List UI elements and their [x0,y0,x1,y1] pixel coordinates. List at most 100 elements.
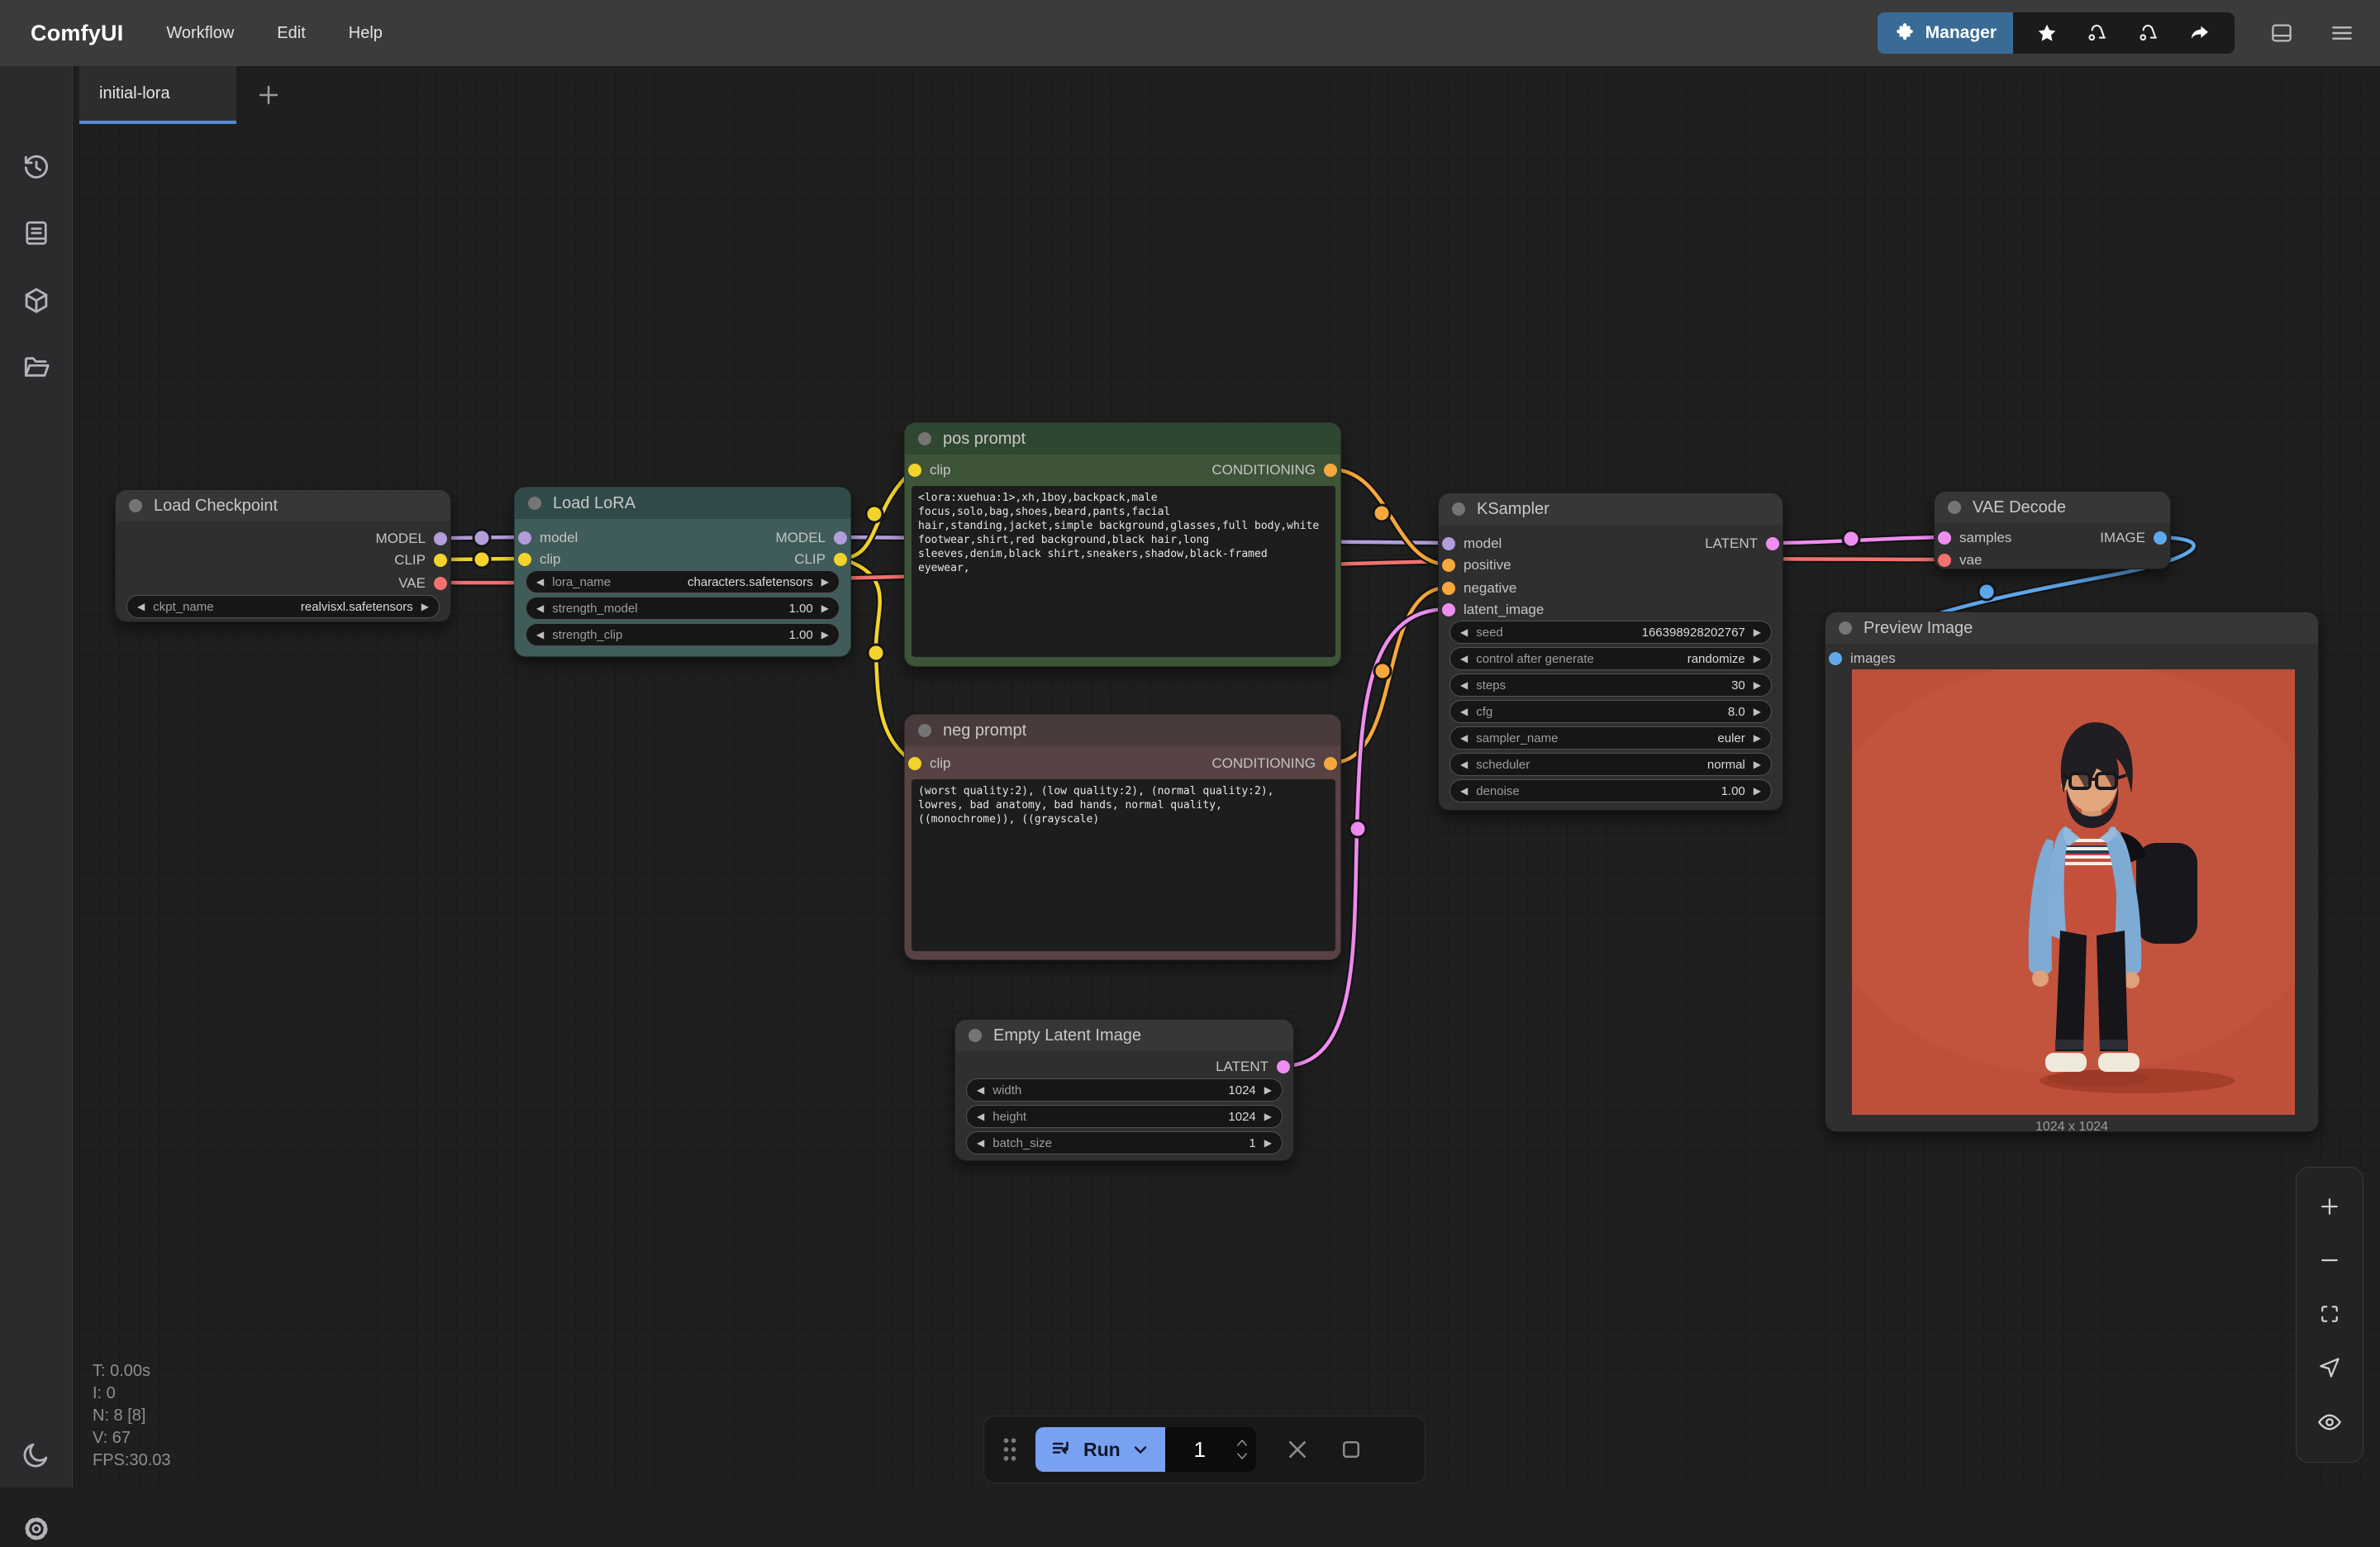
input-slot-vae[interactable]: vae [1938,552,1982,569]
collapse-dot[interactable] [1452,502,1465,516]
slot-dot[interactable] [908,464,921,477]
increment-arrow-icon[interactable] [1264,1085,1272,1095]
new-tab-plus-icon[interactable] [255,81,283,109]
slot-dot[interactable] [1938,531,1951,545]
count-increment-icon[interactable] [1235,1437,1250,1449]
increment-arrow-icon[interactable] [1754,786,1761,796]
collapse-dot[interactable] [1948,501,1961,514]
prompt-textarea[interactable]: (worst quality:2), (low quality:2), (nor… [912,779,1335,951]
increment-arrow-icon[interactable] [421,602,429,612]
clear-queue-x-icon[interactable] [1284,1436,1311,1463]
increment-arrow-icon[interactable] [821,577,829,587]
widget-denoise[interactable]: denoise1.00 [1449,779,1772,802]
slot-dot[interactable] [518,553,531,566]
bottom-panel-toggle-icon[interactable] [2269,21,2294,45]
output-slot-model[interactable]: MODEL [376,531,447,547]
slot-dot[interactable] [1766,537,1779,550]
collapse-dot[interactable] [1839,621,1852,635]
decrement-arrow-icon[interactable] [977,1138,984,1148]
increment-arrow-icon[interactable] [1754,733,1761,743]
node-header[interactable]: neg prompt [905,715,1340,746]
toggle-visibility-eye-icon[interactable] [2316,1409,2343,1435]
decrement-arrow-icon[interactable] [977,1111,984,1121]
hamburger-menu-icon[interactable] [2329,20,2355,46]
manager-button[interactable]: Manager [1878,12,2013,54]
settings-gear-icon[interactable] [18,1511,55,1547]
slot-dot[interactable] [1442,582,1455,595]
node-ksampler[interactable]: KSampler model positive negative latent_… [1438,493,1783,811]
slot-dot[interactable] [2154,531,2167,545]
increment-arrow-icon[interactable] [1754,707,1761,716]
prompt-textarea[interactable]: <lora:xuehua:1>,xh,1boy,backpack,male fo… [912,486,1335,657]
batch-count-stepper[interactable]: 1 [1165,1427,1256,1472]
slot-dot[interactable] [434,532,447,545]
menu-workflow[interactable]: Workflow [166,24,234,43]
decrement-arrow-icon[interactable] [1460,627,1468,637]
node-pos-prompt[interactable]: pos prompt clip CONDITIONING <lora:xuehu… [904,422,1341,667]
slot-dot[interactable] [1938,554,1951,567]
decrement-arrow-icon[interactable] [977,1085,984,1095]
slot-dot[interactable] [834,531,847,545]
slot-dot[interactable] [518,531,531,545]
decrement-arrow-icon[interactable] [1460,733,1468,743]
node-empty-latent-image[interactable]: Empty Latent Image LATENT width1024 heig… [954,1019,1294,1161]
node-load-checkpoint[interactable]: Load Checkpoint MODEL CLIP VAE ckpt_name… [115,489,451,622]
increment-arrow-icon[interactable] [1754,627,1761,637]
node-header[interactable]: Empty Latent Image [955,1020,1293,1051]
count-decrement-icon[interactable] [1235,1450,1250,1462]
increment-arrow-icon[interactable] [1754,759,1761,769]
slot-dot[interactable] [1442,537,1455,550]
slot-dot[interactable] [1324,464,1337,477]
increment-arrow-icon[interactable] [1264,1111,1272,1121]
pan-navigate-icon[interactable] [2317,1355,2342,1380]
share-icon[interactable] [2188,21,2211,45]
input-slot-model[interactable]: model [518,530,578,546]
collapse-dot[interactable] [969,1029,982,1042]
output-slot-model[interactable]: MODEL [776,530,847,546]
widget-width[interactable]: width1024 [966,1078,1283,1102]
output-slot-vae[interactable]: VAE [398,575,447,592]
decrement-arrow-icon[interactable] [1460,786,1468,796]
node-header[interactable]: Load Checkpoint [116,490,450,521]
widget-ckpt-name[interactable]: ckpt_name realvisxl.safetensors [126,595,440,618]
increment-arrow-icon[interactable] [821,630,829,640]
decrement-arrow-icon[interactable] [1460,707,1468,716]
decrement-arrow-icon[interactable] [536,630,544,640]
widget-height[interactable]: height1024 [966,1105,1283,1128]
decrement-arrow-icon[interactable] [1460,654,1468,664]
queue-panel-icon[interactable] [18,215,55,251]
theme-toggle-moon-icon[interactable] [18,1436,55,1473]
fit-view-icon[interactable] [2317,1302,2342,1326]
collapse-dot[interactable] [918,432,931,445]
node-library-icon[interactable] [18,283,55,319]
slot-dot[interactable] [434,554,447,567]
increment-arrow-icon[interactable] [1754,680,1761,690]
node-vae-decode[interactable]: VAE Decode samples vae IMAGE [1934,491,2171,569]
node-load-lora[interactable]: Load LoRA model clip MODEL CLIP lora_nam… [514,487,851,657]
menu-help[interactable]: Help [349,24,383,43]
slot-dot[interactable] [1442,603,1455,616]
slot-dot[interactable] [434,577,447,590]
output-slot-conditioning[interactable]: CONDITIONING [1211,462,1337,478]
increment-arrow-icon[interactable] [1754,654,1761,664]
slot-dot[interactable] [834,553,847,566]
widget-steps[interactable]: steps30 [1449,674,1772,697]
widget-scheduler[interactable]: schedulernormal [1449,753,1772,776]
widget-control-after-generate[interactable]: control after generaterandomize [1449,647,1772,670]
input-slot-samples[interactable]: samples [1938,530,2011,546]
output-slot-image[interactable]: IMAGE [2100,530,2167,546]
node-preview-image[interactable]: Preview Image images [1825,612,2319,1132]
widget-strength-clip[interactable]: strength_clip 1.00 [526,623,840,646]
output-slot-clip[interactable]: CLIP [394,552,447,569]
input-slot-clip[interactable]: clip [518,551,561,568]
output-slot-clip[interactable]: CLIP [794,551,847,568]
widget-strength-model[interactable]: strength_model 1.00 [526,597,840,620]
decrement-arrow-icon[interactable] [137,602,145,612]
node-header[interactable]: KSampler [1439,493,1783,525]
collapse-dot[interactable] [129,499,142,512]
stop-square-icon[interactable] [1339,1437,1364,1462]
widget-sampler-name[interactable]: sampler_nameeuler [1449,726,1772,750]
node-header[interactable]: Load LoRA [515,488,850,519]
output-slot-conditioning[interactable]: CONDITIONING [1211,755,1337,772]
input-slot-latent-image[interactable]: latent_image [1442,602,1544,618]
